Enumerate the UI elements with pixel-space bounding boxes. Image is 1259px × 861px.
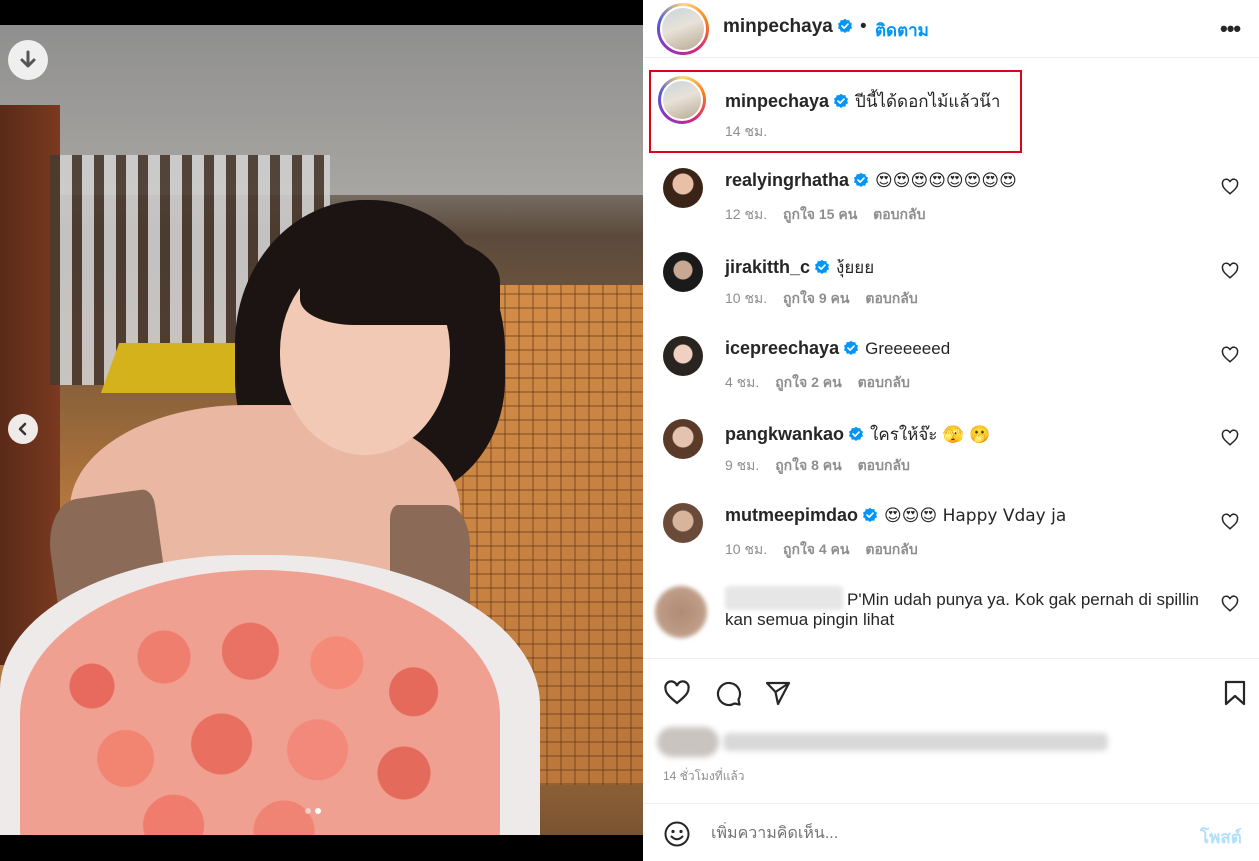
commenter-avatar[interactable] xyxy=(663,419,703,459)
follow-button[interactable]: ติดตาม xyxy=(875,17,929,44)
comment-bubble-icon[interactable] xyxy=(714,679,742,707)
comment-line: jirakitth_c งุ้ยยย xyxy=(725,254,874,281)
header-separator: • xyxy=(860,16,867,37)
heart-icon[interactable] xyxy=(1221,346,1239,364)
emoji-smile-icon[interactable] xyxy=(663,820,691,848)
comment-time: 12 ชม. xyxy=(725,206,768,222)
reply-button[interactable]: ตอบกลับ xyxy=(865,290,917,306)
liked-by-text-blurred xyxy=(723,733,1108,751)
post-time-ago: 14 ชั่วโมงที่แล้ว xyxy=(663,769,745,783)
caption-time: 14 ชม. xyxy=(725,123,768,139)
author-username[interactable]: minpechaya xyxy=(723,16,833,37)
comment-text: ใครให้จ๊ะ 🫣 🫢 xyxy=(870,425,991,445)
heart-icon[interactable] xyxy=(1221,178,1239,196)
reply-button[interactable]: ตอบกลับ xyxy=(865,541,917,557)
post-photo[interactable] xyxy=(0,25,643,835)
comment-line: mutmeepimdao 😍😍😍 Happy Vday ja xyxy=(725,505,1066,526)
comment-username[interactable]: pangkwankao xyxy=(725,424,844,444)
commenter-username-blurred[interactable] xyxy=(725,586,843,610)
carousel-dot-active xyxy=(315,808,321,814)
comment-line: P'Min udah punya ya. Kok gak pernah di s… xyxy=(725,586,1199,610)
comment-meta: 10 ชม. ถูกใจ 9 คน ตอบกลับ xyxy=(725,288,918,310)
author-avatar[interactable] xyxy=(657,3,709,55)
verified-badge-icon xyxy=(815,259,830,274)
comment-text-line2: kan semua pingin lihat xyxy=(725,610,895,629)
caption-line: minpechaya ปีนี้ได้ดอกไม้แล้วน๊า xyxy=(725,88,1000,115)
comment-text: Greeeeeed xyxy=(865,339,951,358)
comment-likes-link[interactable]: ถูกใจ 2 คน xyxy=(775,374,842,390)
arrow-down-icon xyxy=(20,50,36,68)
commenter-avatar[interactable] xyxy=(663,336,703,376)
carousel-prev-button[interactable] xyxy=(8,414,38,444)
caption-username[interactable]: minpechaya xyxy=(725,91,829,111)
share-send-icon[interactable] xyxy=(764,679,792,707)
verified-badge-icon xyxy=(837,18,852,33)
add-comment-bar: โพสต์ xyxy=(643,803,1259,861)
post-header: minpechaya • ติดตาม ••• xyxy=(643,0,1259,58)
caption-avatar[interactable] xyxy=(658,76,706,124)
comment-text: งุ้ยยย xyxy=(836,258,875,277)
commenter-avatar[interactable] xyxy=(663,252,703,292)
comment-text: 😍😍😍 Happy Vday ja xyxy=(884,506,1067,526)
comment-line: icepreechaya Greeeeeed xyxy=(725,338,950,359)
comments-list[interactable]: minpechaya ปีนี้ได้ดอกไม้แล้วน๊า 14 ชม. r… xyxy=(643,58,1259,656)
comment-time: 10 ชม. xyxy=(725,541,768,557)
carousel-indicator xyxy=(305,808,321,814)
post-media xyxy=(0,0,643,861)
comment-time: 10 ชม. xyxy=(725,290,768,306)
heart-icon[interactable] xyxy=(1221,429,1239,447)
reply-button[interactable]: ตอบกลับ xyxy=(873,206,925,222)
carousel-dot xyxy=(305,808,311,814)
comment-meta: 12 ชม. ถูกใจ 15 คน ตอบกลับ xyxy=(725,204,926,226)
liker-avatars-blurred xyxy=(657,727,719,757)
verified-badge-icon xyxy=(834,93,849,108)
comment-username[interactable]: realyingrhatha xyxy=(725,170,849,190)
caption-text: ปีนี้ได้ดอกไม้แล้วน๊า xyxy=(855,92,1001,111)
bookmark-icon[interactable] xyxy=(1221,679,1249,707)
commenter-avatar-blurred[interactable] xyxy=(655,586,707,638)
heart-icon[interactable] xyxy=(1221,595,1239,613)
comment-line: pangkwankao ใครให้จ๊ะ 🫣 🫢 xyxy=(725,421,991,448)
comment-text: 😍😍😍😍😍😍😍😍 xyxy=(875,171,1017,191)
chevron-left-icon xyxy=(18,422,27,436)
comment-text-line1: P'Min udah punya ya. Kok gak pernah di s… xyxy=(847,590,1199,609)
commenter-avatar[interactable] xyxy=(663,168,703,208)
commenter-avatar[interactable] xyxy=(663,503,703,543)
heart-icon[interactable] xyxy=(1221,262,1239,280)
author-username-link[interactable]: minpechaya xyxy=(723,16,853,38)
comment-meta: 9 ชม. ถูกใจ 8 คน ตอบกลับ xyxy=(725,455,910,477)
comment-line: realyingrhatha 😍😍😍😍😍😍😍😍 xyxy=(725,170,1017,191)
heart-icon[interactable] xyxy=(1221,513,1239,531)
reply-button[interactable]: ตอบกลับ xyxy=(858,457,910,473)
comment-input[interactable] xyxy=(711,822,1181,846)
comment-username[interactable]: jirakitth_c xyxy=(725,257,810,277)
reply-button[interactable]: ตอบกลับ xyxy=(858,374,910,390)
comment-time: 4 ชม. xyxy=(725,374,760,390)
comment-likes-link[interactable]: ถูกใจ 9 คน xyxy=(783,290,850,306)
verified-badge-icon xyxy=(854,172,869,187)
verified-badge-icon xyxy=(863,507,878,522)
comment-likes-link[interactable]: ถูกใจ 4 คน xyxy=(783,541,850,557)
comment-likes-link[interactable]: ถูกใจ 8 คน xyxy=(775,457,842,473)
post-comment-button[interactable]: โพสต์ xyxy=(1200,824,1242,851)
comment-likes-link[interactable]: ถูกใจ 15 คน xyxy=(783,206,857,222)
comment-username[interactable]: icepreechaya xyxy=(725,338,839,358)
verified-badge-icon xyxy=(849,426,864,441)
post-panel: minpechaya • ติดตาม ••• minpechaya ปีนี้ไ… xyxy=(643,0,1259,861)
comment-meta: 4 ชม. ถูกใจ 2 คน ตอบกลับ xyxy=(725,372,910,394)
download-button[interactable] xyxy=(8,40,48,80)
like-heart-icon[interactable] xyxy=(663,679,691,707)
comment-time: 9 ชม. xyxy=(725,457,760,473)
liked-by-blurred[interactable] xyxy=(657,725,1108,759)
action-bar: 14 ชั่วโมงที่แล้ว xyxy=(643,658,1259,803)
verified-badge-icon xyxy=(844,340,859,355)
comment-meta: 10 ชม. ถูกใจ 4 คน ตอบกลับ xyxy=(725,539,918,561)
photo-person-bangs xyxy=(300,230,500,325)
more-options-icon[interactable]: ••• xyxy=(1220,16,1241,42)
comment-username[interactable]: mutmeepimdao xyxy=(725,505,858,525)
